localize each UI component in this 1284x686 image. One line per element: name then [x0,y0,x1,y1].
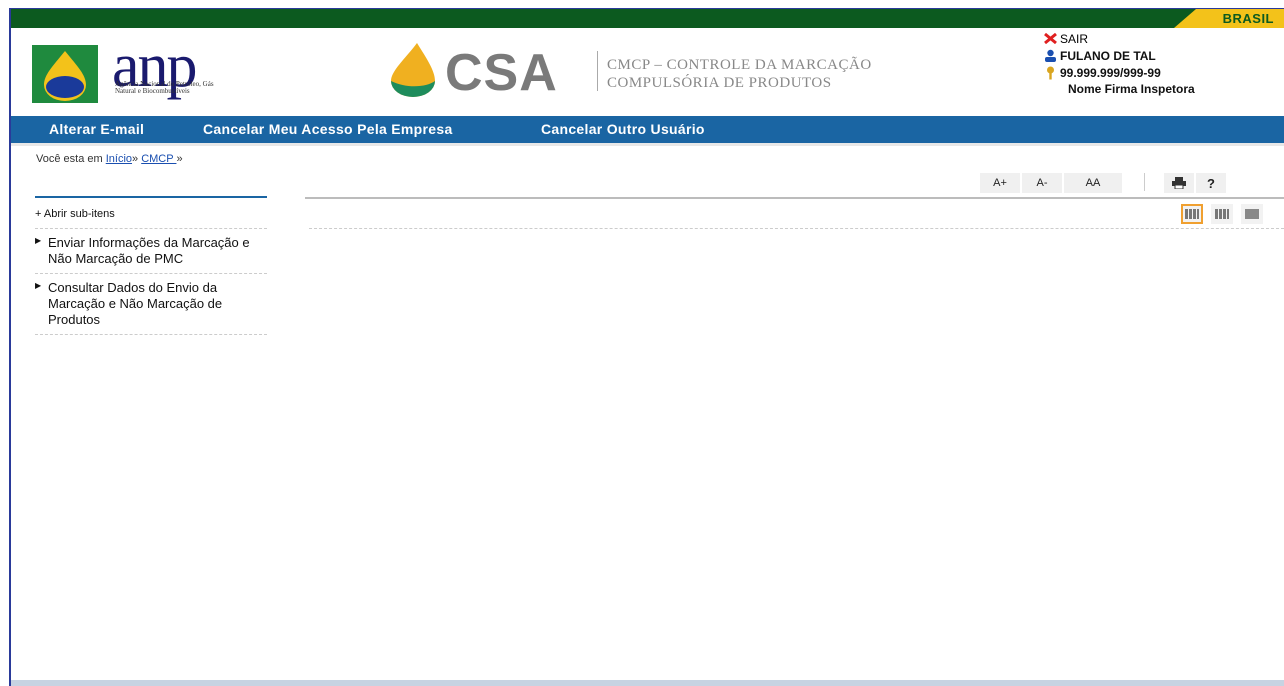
user-name: FULANO DE TAL [1060,48,1156,63]
help-button[interactable]: ? [1196,173,1226,193]
key-icon [1040,66,1060,80]
csa-desc-line1: CMCP – CONTROLE DA MARCAÇÃO [607,57,872,73]
csa-description: CMCP – CONTROLE DA MARCAÇÃO COMPULSÓRIA … [607,56,872,92]
app-window: BRASIL anp Agência Nacional do Petróleo,… [9,8,1284,686]
columns-icon [1215,209,1229,219]
logout-label: SAIR [1060,31,1089,46]
sidebar-item-label: Enviar Informações da Marcação e Não Mar… [48,235,250,266]
layout-wide-button[interactable] [1241,204,1263,224]
anp-drop-icon [32,45,98,103]
breadcrumb-link-inicio[interactable]: Início [106,153,132,165]
nav-cancelar-meu-acesso[interactable]: Cancelar Meu Acesso Pela Empresa [203,116,453,143]
layout-narrow-button[interactable] [1181,204,1203,224]
expand-subitems-label: + Abrir sub-itens [35,208,115,220]
footer-bar [11,680,1284,686]
accessibility-tools: A+ A- AA ? [980,173,1250,193]
sidebar-item-label: Consultar Dados do Envio da Marcação e N… [48,280,223,327]
font-increase-button[interactable]: A+ [980,173,1020,193]
csa-wordmark: CSA [445,44,558,102]
sidebar-item-enviar[interactable]: ▶ Enviar Informações da Marcação e Não M… [35,229,267,274]
anp-subtitle: Agência Nacional do Petróleo, Gás Natura… [115,80,214,95]
user-cnpj-row: 99.999.999/999-99 [1040,64,1270,81]
print-button[interactable] [1164,173,1194,193]
columns-icon [1185,209,1199,219]
header: anp Agência Nacional do Petróleo, Gás Na… [11,28,1284,116]
close-icon [1040,33,1060,44]
content-divider [305,197,1284,199]
csa-drop-icon [391,43,435,97]
printer-icon [1172,177,1186,189]
nav-alterar-email[interactable]: Alterar E-mail [49,116,144,143]
arrow-right-icon: ▶ [35,281,42,290]
csa-desc-line2: COMPULSÓRIA DE PRODUTOS [607,75,832,91]
content-dotted-divider [309,228,1284,229]
breadcrumb-prefix: Você esta em [36,153,103,165]
sidebar-menu: + Abrir sub-itens ▶ Enviar Informações d… [35,196,267,335]
layout-medium-button[interactable] [1211,204,1233,224]
breadcrumb: Você esta em Início» CMCP » [36,153,183,165]
logout-link[interactable]: SAIR [1040,30,1270,47]
tools-divider [1144,173,1145,191]
anp-logo[interactable]: anp Agência Nacional do Petróleo, Gás Na… [32,32,242,107]
arrow-right-icon: ▶ [35,236,42,245]
font-decrease-button[interactable]: A- [1022,173,1062,193]
gov-bar: BRASIL [11,9,1284,28]
user-name-row: FULANO DE TAL [1040,47,1270,64]
firm-name: Nome Firma Inspetora [1068,82,1195,96]
user-icon [1040,49,1060,62]
brasil-link[interactable]: BRASIL [1174,9,1284,28]
font-default-button[interactable]: AA [1064,173,1122,193]
columns-icon [1245,209,1259,219]
nav-cancelar-outro-usuario[interactable]: Cancelar Outro Usuário [541,116,705,143]
breadcrumb-sep: » [176,153,183,165]
top-nav: Alterar E-mail Cancelar Meu Acesso Pela … [11,116,1284,146]
sidebar-item-consultar[interactable]: ▶ Consultar Dados do Envio da Marcação e… [35,274,267,335]
csa-divider [597,51,598,91]
breadcrumb-link-cmcp[interactable]: CMCP [141,153,176,165]
breadcrumb-sep: » [132,153,139,165]
csa-logo[interactable]: CSA CMCP – CONTROLE DA MARCAÇÃO COMPULSÓ… [387,41,907,102]
user-cnpj: 99.999.999/999-99 [1060,65,1161,80]
user-box: SAIR FULANO DE TAL 99.999.999/999-99 Nom… [1040,30,1270,98]
expand-subitems-link[interactable]: + Abrir sub-itens [35,198,267,229]
